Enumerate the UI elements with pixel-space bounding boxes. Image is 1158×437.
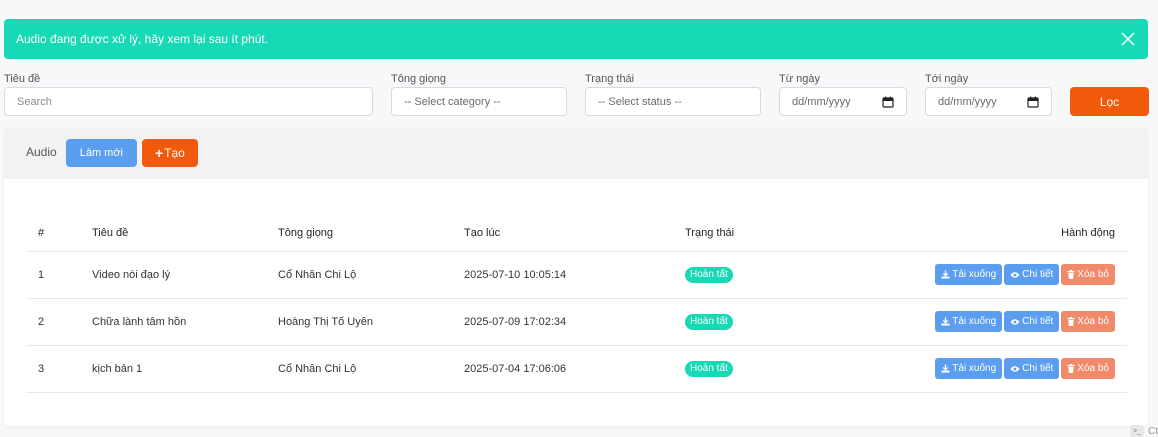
- download-icon: [941, 364, 950, 373]
- header-title: Tiêu đề: [92, 215, 278, 252]
- row-actions: Tải xuống Chi tiết Xóa bỏ: [885, 345, 1127, 393]
- row-status: Hoàn tất: [685, 298, 885, 346]
- detail-button[interactable]: Chi tiết: [1004, 358, 1060, 379]
- corner-text: Ct: [1148, 425, 1158, 437]
- row-actions: Tải xuống Chi tiết Xóa bỏ: [885, 298, 1127, 346]
- detail-button[interactable]: Chi tiết: [1004, 264, 1060, 285]
- create-button-label: Tạo: [164, 145, 185, 160]
- download-label: Tải xuống: [952, 363, 997, 374]
- processing-alert: Audio đang được xử lý, hãy xem lại sau í…: [4, 19, 1148, 59]
- to-date-value: dd/mm/yyyy: [938, 95, 997, 108]
- trash-icon: [1067, 317, 1075, 326]
- detail-button[interactable]: Chi tiết: [1004, 311, 1060, 332]
- eye-icon: [1010, 318, 1020, 325]
- keyboard-icon: >_: [1130, 425, 1144, 437]
- from-date-filter: Từ ngày dd/mm/yyyy: [779, 72, 907, 116]
- corner-shortcut: >_ Ct: [1130, 425, 1158, 437]
- status-filter: Trạng thái -- Select status --: [585, 72, 761, 116]
- status-select[interactable]: -- Select status --: [585, 87, 761, 116]
- row-status: Hoàn tất: [685, 345, 885, 393]
- download-button[interactable]: Tải xuống: [935, 264, 1003, 285]
- header-voice: Tông giọng: [278, 215, 464, 252]
- plus-icon: +: [154, 144, 164, 161]
- title-filter: Tiêu đề Search: [4, 72, 373, 116]
- trash-icon: [1067, 270, 1075, 279]
- calendar-icon[interactable]: [882, 96, 894, 108]
- row-created: 2025-07-04 17:06:06: [464, 345, 685, 393]
- filter-bar: Tiêu đề Search Tông giọng -- Select cate…: [0, 72, 1158, 120]
- row-voice: Hoàng Thị Tố Uyên: [278, 298, 464, 346]
- from-date-value: dd/mm/yyyy: [792, 95, 851, 108]
- from-date-label: Từ ngày: [779, 73, 820, 85]
- header-created: Tạo lúc: [464, 215, 685, 252]
- download-label: Tải xuống: [952, 269, 997, 280]
- trash-icon: [1067, 364, 1075, 373]
- create-button[interactable]: + Tạo: [141, 138, 198, 167]
- detail-label: Chi tiết: [1022, 269, 1054, 280]
- row-index: 3: [26, 345, 92, 393]
- row-created: 2025-07-10 10:05:14: [464, 251, 685, 299]
- title-search-input[interactable]: Search: [4, 87, 373, 116]
- status-badge: Hoàn tất: [685, 313, 733, 330]
- download-button[interactable]: Tải xuống: [935, 311, 1003, 332]
- detail-label: Chi tiết: [1022, 316, 1054, 327]
- download-icon: [941, 317, 950, 326]
- download-label: Tải xuống: [952, 316, 997, 327]
- table-row: 1 Video nói đạo lý Cổ Nhân Chi Lộ 2025-0…: [26, 251, 1127, 299]
- row-title: Video nói đạo lý: [92, 251, 278, 299]
- header-status: Trạng thái: [685, 215, 885, 252]
- detail-label: Chi tiết: [1022, 363, 1054, 374]
- header-actions: Hành động: [885, 215, 1127, 252]
- voice-filter-label: Tông giọng: [391, 73, 447, 85]
- delete-button[interactable]: Xóa bỏ: [1061, 358, 1115, 379]
- delete-button[interactable]: Xóa bỏ: [1061, 264, 1115, 285]
- eye-icon: [1010, 271, 1020, 278]
- audio-table: # Tiêu đề Tông giọng Tạo lúc Trạng thái …: [26, 215, 1127, 393]
- row-created: 2025-07-09 17:02:34: [464, 298, 685, 346]
- status-badge: Hoàn tất: [685, 266, 733, 283]
- to-date-input[interactable]: dd/mm/yyyy: [925, 87, 1052, 116]
- card-title: Audio: [26, 144, 57, 159]
- download-icon: [941, 270, 950, 279]
- title-filter-label: Tiêu đề: [4, 73, 41, 85]
- row-title: Chữa lành tâm hồn: [92, 298, 278, 346]
- filter-button[interactable]: Lọc: [1070, 87, 1149, 116]
- row-index: 1: [26, 251, 92, 299]
- delete-label: Xóa bỏ: [1077, 269, 1109, 280]
- status-filter-label: Trạng thái: [585, 73, 635, 85]
- alert-message: Audio đang được xử lý, hãy xem lại sau í…: [16, 32, 269, 46]
- download-button[interactable]: Tải xuống: [935, 358, 1003, 379]
- row-voice: Cổ Nhân Chi Lộ: [278, 345, 464, 393]
- calendar-icon[interactable]: [1027, 96, 1039, 108]
- to-date-filter: Tới ngày dd/mm/yyyy: [925, 72, 1052, 116]
- from-date-input[interactable]: dd/mm/yyyy: [779, 87, 907, 116]
- table-row: 2 Chữa lành tâm hồn Hoàng Thị Tố Uyên 20…: [26, 298, 1127, 346]
- table-row: 3 kịch bản 1 Cổ Nhân Chi Lộ 2025-07-04 1…: [26, 345, 1127, 393]
- close-icon[interactable]: [1118, 29, 1138, 49]
- eye-icon: [1010, 365, 1020, 372]
- delete-label: Xóa bỏ: [1077, 363, 1109, 374]
- row-title: kịch bản 1: [92, 345, 278, 393]
- row-actions: Tải xuống Chi tiết Xóa bỏ: [885, 251, 1127, 299]
- table-header-row: # Tiêu đề Tông giọng Tạo lúc Trạng thái …: [26, 215, 1127, 252]
- row-status: Hoàn tất: [685, 251, 885, 299]
- voice-select[interactable]: -- Select category --: [391, 87, 567, 116]
- refresh-button[interactable]: Làm mới: [65, 138, 137, 167]
- header-hash: #: [26, 215, 92, 252]
- audio-card: Audio Làm mới + Tạo # Tiêu đề Tông giọng…: [4, 128, 1148, 426]
- card-header: Audio Làm mới + Tạo: [4, 128, 1148, 179]
- row-index: 2: [26, 298, 92, 346]
- to-date-label: Tới ngày: [925, 73, 969, 85]
- voice-filter: Tông giọng -- Select category --: [391, 72, 567, 116]
- delete-button[interactable]: Xóa bỏ: [1061, 311, 1115, 332]
- row-voice: Cổ Nhân Chi Lộ: [278, 251, 464, 299]
- delete-label: Xóa bỏ: [1077, 316, 1109, 327]
- status-badge: Hoàn tất: [685, 360, 733, 377]
